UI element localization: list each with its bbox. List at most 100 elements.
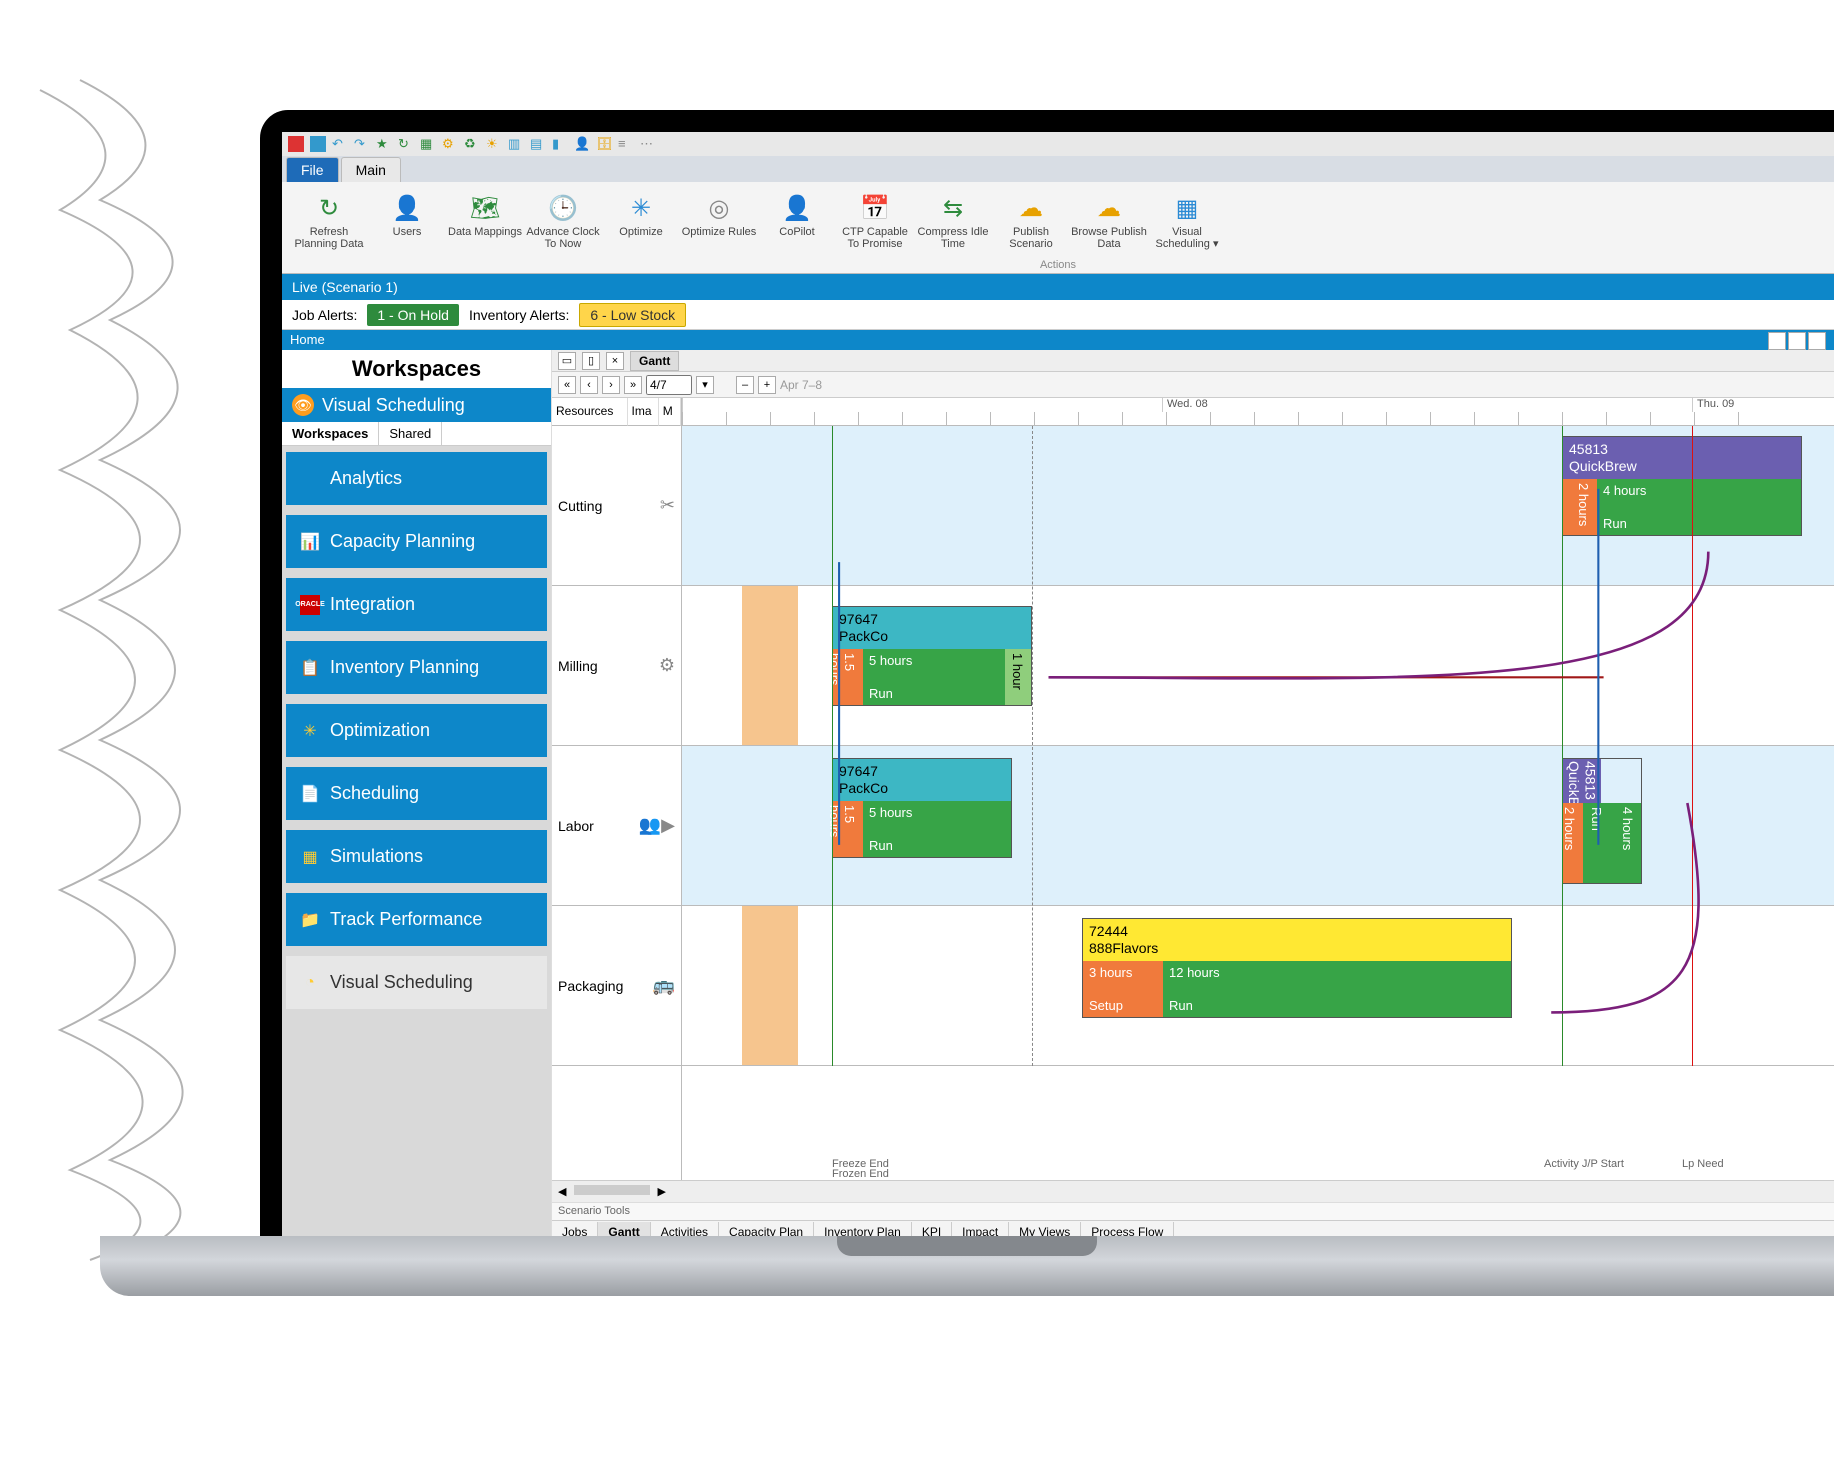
task-id: 97647 bbox=[839, 611, 1025, 628]
sidebar-item-scheduling[interactable]: 📄Scheduling bbox=[286, 767, 547, 820]
sidebar-tab-shared[interactable]: Shared bbox=[379, 422, 442, 445]
optimize-rules-button[interactable]: ◎Optimize Rules bbox=[680, 188, 758, 266]
row-label-packaging[interactable]: Packaging🚌 bbox=[552, 906, 681, 1066]
gantt-row-milling: 97647 PackCo 1.5 hours 5 hours Run bbox=[682, 586, 1834, 746]
qat-recycle-icon[interactable]: ♻ bbox=[464, 136, 480, 152]
qat-refresh-icon[interactable]: ↻ bbox=[398, 136, 414, 152]
publish-scenario-button[interactable]: ☁Publish Scenario bbox=[992, 188, 1070, 266]
qat-db-icon[interactable]: 🗄 bbox=[596, 136, 612, 152]
users-button[interactable]: 👤Users bbox=[368, 188, 446, 266]
run-dur: 4 hours bbox=[1603, 483, 1795, 498]
data-mappings-button[interactable]: 🗺Data Mappings bbox=[446, 188, 524, 266]
qat-dots-icon[interactable]: ⋯ bbox=[640, 136, 656, 152]
timeline-tick bbox=[1298, 412, 1299, 426]
qat-save-icon[interactable] bbox=[310, 136, 326, 152]
qat-gear-icon[interactable]: ⚙ bbox=[442, 136, 458, 152]
qat-sun-icon[interactable]: ☀ bbox=[486, 136, 502, 152]
qat-grid2-icon[interactable]: ▤ bbox=[530, 136, 546, 152]
sidebar-item-inventory-planning[interactable]: 📋Inventory Planning bbox=[286, 641, 547, 694]
timeline-tick bbox=[1166, 412, 1167, 426]
calendar-picker-icon[interactable]: ▾ bbox=[696, 376, 714, 394]
sidebar-subtabs: Workspaces Shared bbox=[282, 422, 551, 446]
task-labor-quickbrew[interactable]: 45813 QuickBre 2 hours 4 hours Run bbox=[1562, 758, 1642, 884]
task-labor-packco[interactable]: 97647 PackCo 1.5 hours 5 hours Run bbox=[832, 758, 1012, 858]
compress-idle-button[interactable]: ⇆Compress Idle Time bbox=[914, 188, 992, 266]
timeline-tick bbox=[990, 412, 991, 426]
timeline-tick bbox=[1694, 412, 1695, 426]
qat-star-icon[interactable]: ★ bbox=[376, 136, 392, 152]
qat-undo-icon[interactable]: ↶ bbox=[332, 136, 348, 152]
inventory-alert-chip[interactable]: 6 - Low Stock bbox=[579, 303, 686, 327]
job-alerts-label: Job Alerts: bbox=[292, 307, 357, 323]
scroll-left-icon[interactable]: ◀ bbox=[558, 1185, 566, 1198]
sidebar-current[interactable]: 👁 Visual Scheduling bbox=[282, 388, 551, 422]
home-label[interactable]: Home bbox=[290, 332, 325, 347]
split-h-icon[interactable]: ▭ bbox=[558, 352, 576, 370]
sidebar-tab-workspaces[interactable]: Workspaces bbox=[282, 422, 379, 445]
nav-prev-icon[interactable]: ‹ bbox=[580, 376, 598, 394]
data-mappings-icon: 🗺 bbox=[469, 192, 501, 224]
qat-calendar-icon[interactable]: ▦ bbox=[420, 136, 436, 152]
gantt-right-pane[interactable]: Wed. 08 Thu. 09 45813 bbox=[682, 398, 1834, 1180]
nav-last-icon[interactable]: » bbox=[624, 376, 642, 394]
panel-max-icon[interactable]: □ bbox=[1788, 332, 1806, 350]
qat-bars-icon[interactable]: ≡ bbox=[618, 136, 634, 152]
qat-user-icon[interactable]: 👤 bbox=[574, 136, 590, 152]
optimize-button[interactable]: ✳Optimize bbox=[602, 188, 680, 266]
optimize-rules-label: Optimize Rules bbox=[682, 226, 757, 238]
timeline-tick bbox=[1210, 412, 1211, 426]
refresh-planning-data-button[interactable]: ↻Refresh Planning Data bbox=[290, 188, 368, 266]
zoom-out-icon[interactable]: – bbox=[736, 376, 754, 394]
decorative-shadow bbox=[0, 70, 300, 1270]
task-cutting-quickbrew[interactable]: 45813 QuickBrew 2 hours 4 hours Run bbox=[1562, 436, 1802, 536]
sidebar-item-capacity-planning[interactable]: 📊Capacity Planning bbox=[286, 515, 547, 568]
nav-next-icon[interactable]: › bbox=[602, 376, 620, 394]
setup-dur: 3 hours bbox=[1089, 965, 1157, 980]
tab-file[interactable]: File bbox=[286, 157, 339, 182]
zoom-in-icon[interactable]: + bbox=[758, 376, 776, 394]
panel-min-icon[interactable]: – bbox=[1768, 332, 1786, 350]
copilot-button[interactable]: 👤CoPilot bbox=[758, 188, 836, 266]
gantt-tab[interactable]: Gantt bbox=[630, 351, 679, 371]
ctp-button[interactable]: 📅CTP Capable To Promise bbox=[836, 188, 914, 266]
visual-scheduling-dd-button[interactable]: ▦Visual Scheduling ▾ bbox=[1148, 188, 1226, 266]
split-v-icon[interactable]: ▯ bbox=[582, 352, 600, 370]
row-label-cutting[interactable]: Cutting✂ bbox=[552, 426, 681, 586]
gantt-panel-header: ▭ ▯ × Gantt bbox=[552, 350, 1834, 372]
scroll-right-icon[interactable]: ▶ bbox=[658, 1185, 666, 1198]
scroll-thumb[interactable] bbox=[574, 1185, 649, 1195]
row-label-text: Packaging bbox=[558, 978, 623, 994]
timeline-tick bbox=[946, 412, 947, 426]
sidebar: Workspaces 👁 Visual Scheduling Workspace… bbox=[282, 350, 552, 1242]
job-alert-chip[interactable]: 1 - On Hold bbox=[367, 304, 459, 326]
qat-grid1-icon[interactable]: ▥ bbox=[508, 136, 524, 152]
gantt-scrollbar[interactable]: ◀ ▶ bbox=[552, 1180, 1834, 1202]
sidebar-item-simulations[interactable]: ▦Simulations bbox=[286, 830, 547, 883]
sidebar-item-integration[interactable]: ORACLEIntegration bbox=[286, 578, 547, 631]
sidebar-item-optimization[interactable]: ✳Optimization bbox=[286, 704, 547, 757]
qat-chart-icon[interactable]: ▮ bbox=[552, 136, 568, 152]
gantt-row-packaging: 72444 888Flavors 3 hours Setup bbox=[682, 906, 1834, 1066]
close-panel-icon[interactable]: × bbox=[606, 352, 624, 370]
sidebar-item-icon: 📄 bbox=[300, 784, 320, 804]
task-id: 97647 bbox=[839, 763, 1005, 780]
browse-publish-data-button[interactable]: ☁Browse Publish Data bbox=[1070, 188, 1148, 266]
col-ima: Ima bbox=[628, 398, 659, 426]
sidebar-item-analytics[interactable]: Analytics bbox=[286, 452, 547, 505]
task-milling-packco[interactable]: 97647 PackCo 1.5 hours 5 hours Run bbox=[832, 606, 1032, 706]
sidebar-item-visual-scheduling[interactable]: ◔Visual Scheduling bbox=[286, 956, 547, 1009]
date-input[interactable] bbox=[646, 375, 692, 395]
sidebar-item-track-performance[interactable]: 📁Track Performance bbox=[286, 893, 547, 946]
qat-redo-icon[interactable]: ↷ bbox=[354, 136, 370, 152]
qat-doc-icon[interactable] bbox=[288, 136, 304, 152]
row-label-labor[interactable]: Labor👥▶ bbox=[552, 746, 681, 906]
nav-first-icon[interactable]: « bbox=[558, 376, 576, 394]
timeline-tick bbox=[1254, 412, 1255, 426]
task-packaging-888flavors[interactable]: 72444 888Flavors 3 hours Setup bbox=[1082, 918, 1512, 1018]
timeline-tick bbox=[682, 412, 683, 426]
advance-clock-button[interactable]: 🕒Advance Clock To Now bbox=[524, 188, 602, 266]
row-label-milling[interactable]: Milling⚙ bbox=[552, 586, 681, 746]
tab-main[interactable]: Main bbox=[341, 157, 401, 182]
gantt-row-labor: 97647 PackCo 1.5 hours 5 hours Run bbox=[682, 746, 1834, 906]
panel-close-icon[interactable]: × bbox=[1808, 332, 1826, 350]
